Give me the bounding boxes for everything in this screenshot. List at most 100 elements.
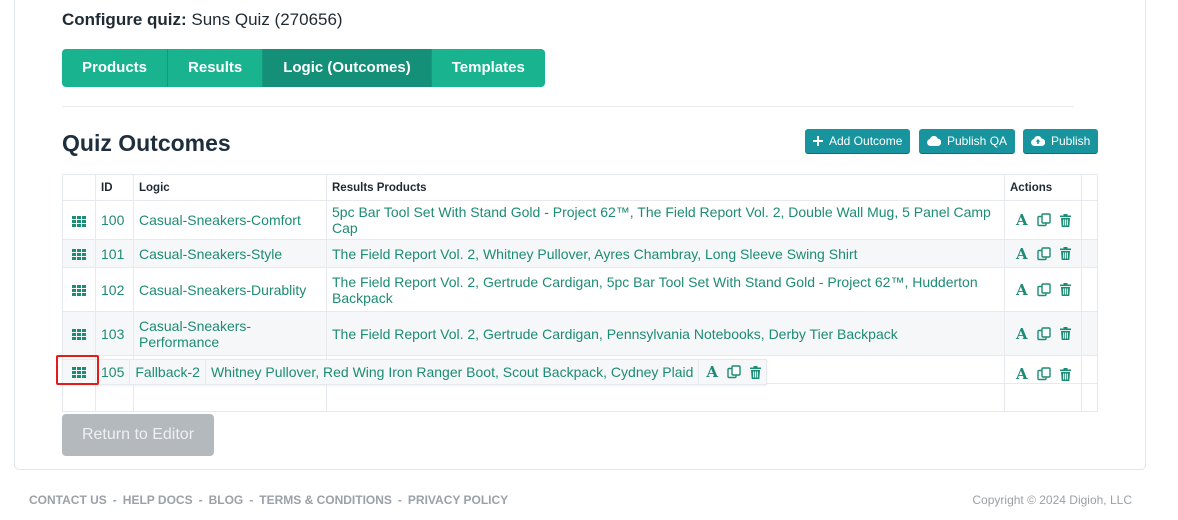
copy-icon[interactable] xyxy=(1036,282,1051,297)
footer-link-terms[interactable]: TERMS & CONDITIONS xyxy=(259,493,392,507)
table-row: 102 Casual-Sneakers-Durablity The Field Re… xyxy=(62,267,1098,312)
config-label: Configure quiz: xyxy=(62,10,187,29)
publish-qa-label: Publish QA xyxy=(947,134,1008,148)
grip-icon xyxy=(72,215,86,227)
footer-link-help-docs[interactable]: HELP DOCS xyxy=(123,493,193,507)
copy-icon[interactable] xyxy=(727,365,741,379)
row-products-link[interactable]: 5pc Bar Tool Set With Stand Gold - Proje… xyxy=(326,200,1005,240)
copy-icon[interactable] xyxy=(1036,326,1051,341)
table-row: 101 Casual-Sneakers-Style The Field Report… xyxy=(62,239,1098,268)
row-products-link[interactable]: The Field Report Vol. 2, Gertrude Cardig… xyxy=(326,267,1005,312)
section-title: Quiz Outcomes xyxy=(62,130,231,156)
placeholder-cell xyxy=(326,383,1005,412)
drag-handle[interactable] xyxy=(63,360,96,384)
row-extra-cell xyxy=(1081,239,1098,268)
footer-separator: - xyxy=(397,493,402,507)
row-id: 101 xyxy=(95,239,134,268)
column-header-actions: Actions xyxy=(1004,174,1082,201)
placeholder-cell xyxy=(1004,383,1082,412)
row-id: 102 xyxy=(95,267,134,312)
column-header-drag xyxy=(62,174,96,201)
tab-bar: Products Results Logic (Outcomes) Templa… xyxy=(62,49,545,87)
quiz-name: Suns Quiz (270656) xyxy=(191,10,343,29)
footer-link-privacy[interactable]: PRIVACY POLICY xyxy=(408,493,508,507)
row-id: 103 xyxy=(95,311,134,356)
row-logic-link[interactable]: Casual-Sneakers-Performance xyxy=(133,311,327,356)
trash-icon[interactable] xyxy=(1059,327,1071,340)
divider xyxy=(62,106,1074,107)
drag-handle[interactable] xyxy=(62,311,96,356)
table-header-row: ID Logic Results Products Actions xyxy=(62,174,1098,201)
placeholder-cell xyxy=(95,383,134,412)
copy-icon[interactable] xyxy=(1036,367,1051,381)
row-extra-cell xyxy=(1081,267,1098,312)
tab-logic-outcomes[interactable]: Logic (Outcomes) xyxy=(263,49,432,87)
row-products-link[interactable]: The Field Report Vol. 2, Whitney Pullove… xyxy=(326,239,1005,268)
grip-icon xyxy=(72,366,86,378)
footer-separator: - xyxy=(249,493,254,507)
table-row: 103 Casual-Sneakers-Performance The Field … xyxy=(62,311,1098,356)
row-extra-cell xyxy=(1081,311,1098,356)
row-actions: A xyxy=(1004,239,1082,268)
column-header-id: ID xyxy=(95,174,134,201)
grip-icon xyxy=(72,249,86,261)
row-id: 100 xyxy=(95,200,134,240)
grip-icon xyxy=(72,329,86,341)
trash-icon[interactable] xyxy=(1059,283,1071,296)
placeholder-cell xyxy=(62,383,96,412)
grip-icon xyxy=(72,285,86,297)
trash-icon[interactable] xyxy=(1059,247,1071,260)
placeholder-cell xyxy=(133,383,327,412)
cloud-upload-icon xyxy=(1031,136,1045,146)
trash-icon[interactable] xyxy=(750,365,762,379)
drag-handle[interactable] xyxy=(62,239,96,268)
plus-icon xyxy=(813,136,823,146)
tab-results[interactable]: Results xyxy=(168,49,264,87)
return-to-editor-button[interactable]: Return to Editor xyxy=(62,414,214,456)
row-logic-link[interactable]: Fallback-2 xyxy=(130,360,206,384)
table-row: 100 Casual-Sneakers-Comfort 5pc Bar Tool S… xyxy=(62,200,1098,240)
trash-icon[interactable] xyxy=(1059,367,1071,381)
footer-link-blog[interactable]: BLOG xyxy=(209,493,244,507)
dragged-table-row[interactable]: 105 Fallback-2 Whitney Pullover, Red Win… xyxy=(62,359,768,385)
publish-button[interactable]: Publish xyxy=(1023,129,1099,153)
add-outcome-label: Add Outcome xyxy=(829,134,903,148)
drag-handle[interactable] xyxy=(62,200,96,240)
font-icon[interactable]: A xyxy=(1016,281,1028,299)
footer-link-contact-us[interactable]: CONTACT US xyxy=(29,493,107,507)
row-logic-link[interactable]: Casual-Sneakers-Style xyxy=(133,239,327,268)
row-products-link[interactable]: The Field Report Vol. 2, Gertrude Cardig… xyxy=(326,311,1005,356)
row-logic-link[interactable]: Casual-Sneakers-Durablity xyxy=(133,267,327,312)
cloud-icon xyxy=(927,136,941,146)
column-header-extra xyxy=(1081,174,1098,201)
copy-icon[interactable] xyxy=(1036,213,1051,227)
copy-icon[interactable] xyxy=(1036,246,1051,261)
add-outcome-button[interactable]: Add Outcome xyxy=(805,129,911,153)
font-icon[interactable]: A xyxy=(706,363,718,381)
font-icon[interactable]: A xyxy=(1016,325,1028,343)
row-products-link[interactable]: Whitney Pullover, Red Wing Iron Ranger B… xyxy=(206,360,700,384)
footer-separator: - xyxy=(112,493,117,507)
row-id: 105 xyxy=(96,360,131,384)
font-icon[interactable]: A xyxy=(1016,245,1028,263)
row-extra-cell xyxy=(1081,355,1098,384)
footer-links: CONTACT US - HELP DOCS - BLOG - TERMS & … xyxy=(29,493,508,507)
font-icon[interactable]: A xyxy=(1016,365,1028,383)
placeholder-cell xyxy=(1081,383,1098,412)
publish-label: Publish xyxy=(1051,134,1091,148)
column-header-results-products: Results Products xyxy=(326,174,1005,201)
row-actions: A xyxy=(699,360,766,384)
config-title: Configure quiz: Suns Quiz (270656) xyxy=(62,10,343,30)
trash-icon[interactable] xyxy=(1059,213,1071,227)
tab-templates[interactable]: Templates xyxy=(431,49,545,87)
row-actions: A xyxy=(1004,355,1082,384)
row-actions: A xyxy=(1004,311,1082,356)
footer-separator: - xyxy=(198,493,203,507)
font-icon[interactable]: A xyxy=(1016,211,1028,229)
row-logic-link[interactable]: Casual-Sneakers-Comfort xyxy=(133,200,327,240)
row-extra-cell xyxy=(1081,200,1098,240)
tab-products[interactable]: Products xyxy=(62,49,169,87)
drag-handle[interactable] xyxy=(62,267,96,312)
row-actions: A xyxy=(1004,267,1082,312)
publish-qa-button[interactable]: Publish QA xyxy=(919,129,1016,153)
